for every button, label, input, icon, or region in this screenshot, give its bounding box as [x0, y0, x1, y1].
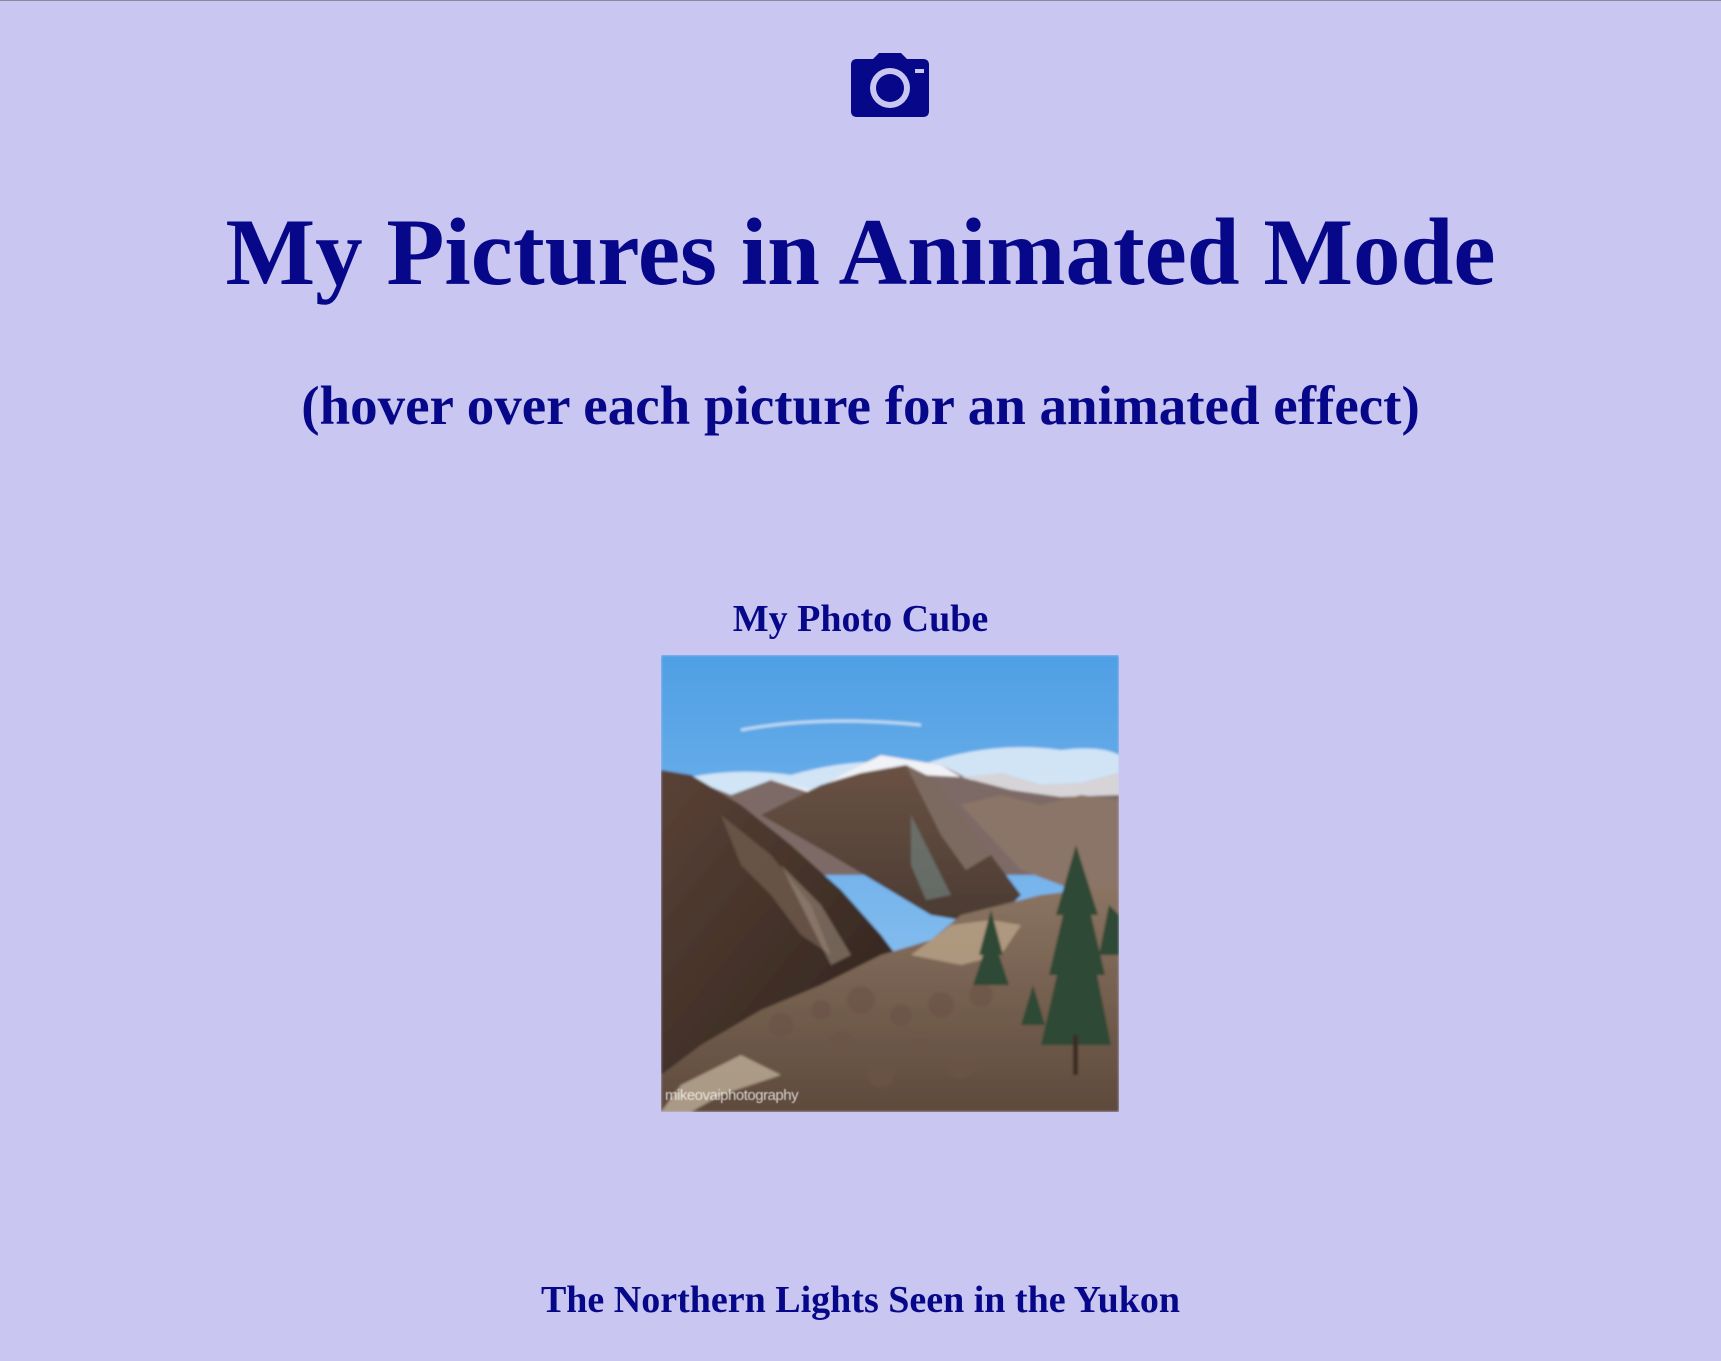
northern-lights-caption: The Northern Lights Seen in the Yukon [540, 1279, 1181, 1321]
camera-icon [849, 51, 931, 119]
photo-watermark: mikeovaiphotography [665, 1087, 799, 1104]
page-title: My Pictures in Animated Mode [225, 199, 1496, 305]
photo-cube-heading: My Photo Cube [732, 598, 989, 640]
photo-cube-image[interactable]: mikeovaiphotography [661, 655, 1119, 1112]
page-subtitle: (hover over each picture for an animated… [301, 375, 1420, 436]
